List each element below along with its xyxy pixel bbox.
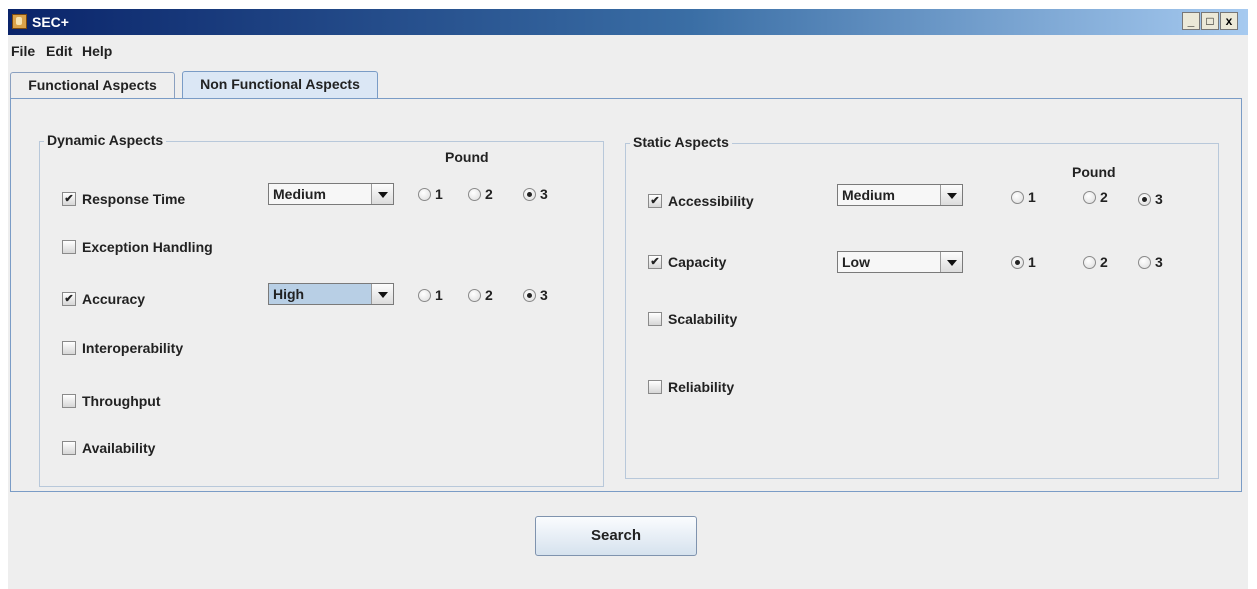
chevron-down-icon[interactable] xyxy=(940,252,962,272)
chevron-down-icon[interactable] xyxy=(371,184,393,204)
chevron-down-icon[interactable] xyxy=(371,284,393,304)
radio-label: 3 xyxy=(540,287,548,303)
radio-button-selected[interactable] xyxy=(523,187,536,201)
chevron-down-icon[interactable] xyxy=(940,185,962,205)
accuracy-pound-3[interactable]: 3 xyxy=(523,287,548,303)
exception-handling-label: Exception Handling xyxy=(82,239,213,255)
java-app-icon xyxy=(12,14,27,29)
tab-non-functional-aspects[interactable]: Non Functional Aspects xyxy=(182,71,378,99)
capacity-checkbox[interactable]: ✔ Capacity xyxy=(648,254,726,270)
capacity-level-select[interactable]: Low xyxy=(837,251,963,273)
dynamic-aspects-group: Dynamic Aspects Pound ✔ Response Time Me… xyxy=(39,132,604,487)
checkbox-box[interactable]: ✔ xyxy=(648,255,662,269)
capacity-pound-3[interactable]: 3 xyxy=(1138,254,1163,270)
response-time-level-select[interactable]: Medium xyxy=(268,183,394,205)
menu-edit[interactable]: Edit xyxy=(46,43,72,59)
scalability-checkbox[interactable]: Scalability xyxy=(648,311,737,327)
exception-handling-checkbox[interactable]: Exception Handling xyxy=(62,239,213,255)
radio-label: 3 xyxy=(540,186,548,202)
window-title: SEC+ xyxy=(32,14,69,30)
checkbox-box[interactable] xyxy=(648,380,662,394)
checkbox-box[interactable]: ✔ xyxy=(648,194,662,208)
radio-label: 1 xyxy=(1028,254,1036,270)
radio-button[interactable] xyxy=(1138,255,1151,269)
accuracy-checkbox[interactable]: ✔ Accuracy xyxy=(62,291,145,307)
radio-label: 3 xyxy=(1155,191,1163,207)
radio-button[interactable] xyxy=(468,187,481,201)
radio-button-selected[interactable] xyxy=(1011,255,1024,269)
response-time-level-value: Medium xyxy=(273,186,326,202)
menu-help[interactable]: Help xyxy=(82,43,112,59)
radio-button[interactable] xyxy=(468,288,481,302)
accuracy-pound-1[interactable]: 1 xyxy=(418,287,443,303)
response-time-pound-3[interactable]: 3 xyxy=(523,186,548,202)
radio-button[interactable] xyxy=(418,187,431,201)
reliability-label: Reliability xyxy=(668,379,735,395)
response-time-pound-2[interactable]: 2 xyxy=(468,186,493,202)
static-pound-label: Pound xyxy=(1072,164,1116,180)
capacity-pound-2[interactable]: 2 xyxy=(1083,254,1108,270)
checkbox-box[interactable] xyxy=(62,441,76,455)
accuracy-pound-2[interactable]: 2 xyxy=(468,287,493,303)
interoperability-label: Interoperability xyxy=(82,340,184,356)
response-time-label: Response Time xyxy=(82,191,186,207)
checkbox-box[interactable] xyxy=(62,240,76,254)
accessibility-checkbox[interactable]: ✔ Accessibility xyxy=(648,193,754,209)
radio-label: 1 xyxy=(435,287,443,303)
throughput-checkbox[interactable]: Throughput xyxy=(62,393,161,409)
radio-label: 2 xyxy=(485,287,493,303)
capacity-label: Capacity xyxy=(668,254,727,270)
menu-bar: File Edit Help xyxy=(8,37,1248,63)
accessibility-pound-1[interactable]: 1 xyxy=(1011,189,1036,205)
app-window: SEC+ _ □ x File Edit Help Functional Asp… xyxy=(8,9,1248,589)
throughput-label: Throughput xyxy=(82,393,161,409)
response-time-pound-1[interactable]: 1 xyxy=(418,186,443,202)
capacity-level-value: Low xyxy=(842,254,870,270)
radio-button[interactable] xyxy=(1083,255,1096,269)
radio-label: 2 xyxy=(1100,254,1108,270)
menu-file[interactable]: File xyxy=(11,43,35,59)
radio-button[interactable] xyxy=(1083,190,1096,204)
checkbox-box[interactable] xyxy=(648,312,662,326)
availability-checkbox[interactable]: Availability xyxy=(62,440,155,456)
dynamic-aspects-title: Dynamic Aspects xyxy=(44,132,167,148)
radio-label: 2 xyxy=(1100,189,1108,205)
interoperability-checkbox[interactable]: Interoperability xyxy=(62,340,183,356)
availability-label: Availability xyxy=(82,440,156,456)
close-button[interactable]: x xyxy=(1220,12,1238,30)
capacity-pound-1[interactable]: 1 xyxy=(1011,254,1036,270)
maximize-button[interactable]: □ xyxy=(1201,12,1219,30)
accessibility-level-select[interactable]: Medium xyxy=(837,184,963,206)
checkbox-box[interactable]: ✔ xyxy=(62,192,76,206)
accessibility-pound-2[interactable]: 2 xyxy=(1083,189,1108,205)
accuracy-level-value: High xyxy=(273,286,305,302)
radio-label: 1 xyxy=(435,186,443,202)
accuracy-level-select[interactable]: High xyxy=(268,283,394,305)
search-button[interactable]: Search xyxy=(535,516,697,556)
radio-button-selected[interactable] xyxy=(523,288,536,302)
response-time-checkbox[interactable]: ✔ Response Time xyxy=(62,191,185,207)
static-aspects-title: Static Aspects xyxy=(630,134,732,150)
radio-button[interactable] xyxy=(418,288,431,302)
tab-functional-aspects[interactable]: Functional Aspects xyxy=(10,72,175,98)
accessibility-level-value: Medium xyxy=(842,187,895,203)
minimize-button[interactable]: _ xyxy=(1182,12,1200,30)
scalability-label: Scalability xyxy=(668,311,738,327)
checkbox-box[interactable] xyxy=(62,394,76,408)
radio-label: 2 xyxy=(485,186,493,202)
checkbox-box[interactable] xyxy=(62,341,76,355)
dynamic-pound-label: Pound xyxy=(445,149,489,165)
static-aspects-group: Static Aspects Pound ✔ Accessibility Med… xyxy=(625,134,1219,479)
accuracy-label: Accuracy xyxy=(82,291,146,307)
accessibility-label: Accessibility xyxy=(668,193,754,209)
radio-button[interactable] xyxy=(1011,190,1024,204)
checkbox-box[interactable]: ✔ xyxy=(62,292,76,306)
radio-button-selected[interactable] xyxy=(1138,192,1151,206)
reliability-checkbox[interactable]: Reliability xyxy=(648,379,734,395)
accessibility-pound-3[interactable]: 3 xyxy=(1138,191,1163,207)
tab-panel: Dynamic Aspects Pound ✔ Response Time Me… xyxy=(10,98,1242,492)
radio-label: 1 xyxy=(1028,189,1036,205)
title-bar: SEC+ _ □ x xyxy=(8,9,1248,35)
radio-label: 3 xyxy=(1155,254,1163,270)
